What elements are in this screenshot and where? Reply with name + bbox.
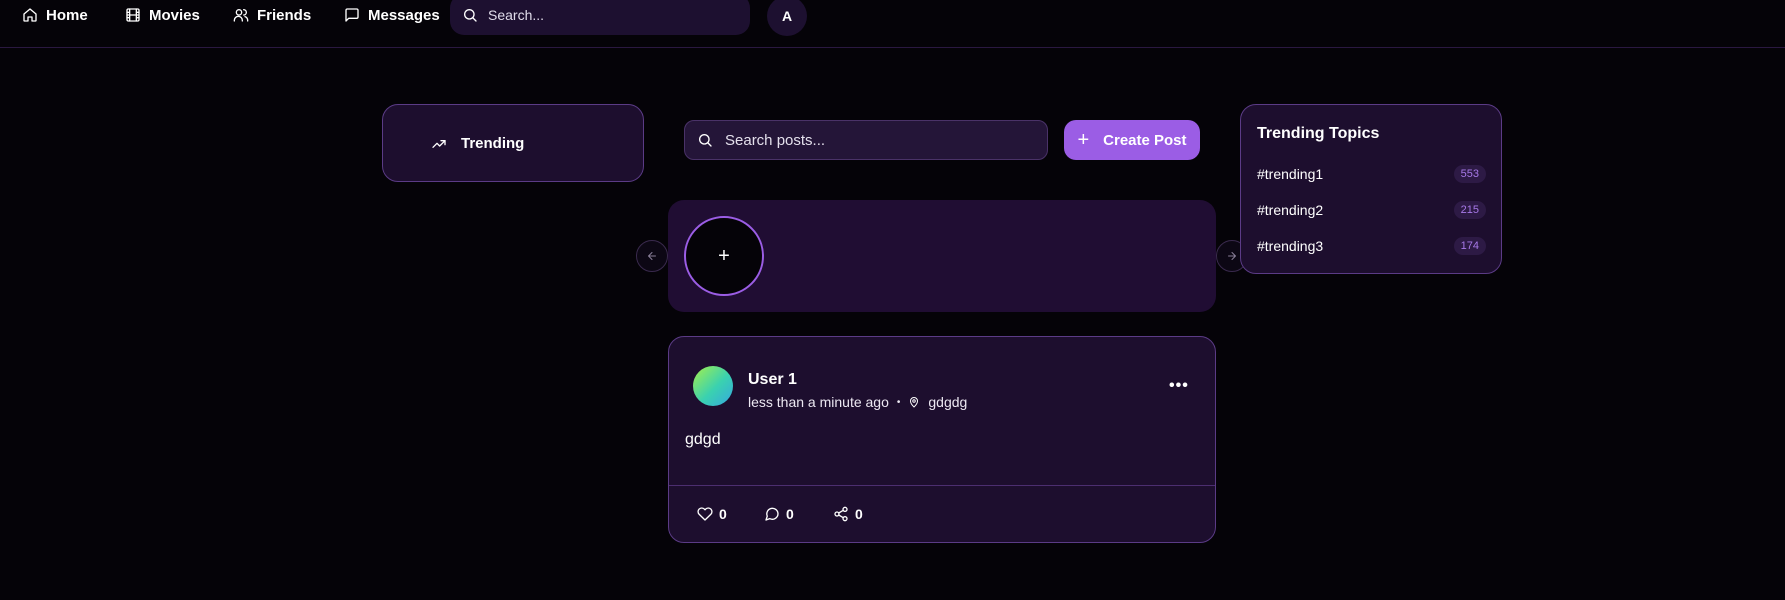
trending-up-icon: [432, 139, 446, 148]
create-post-label: Create Post: [1103, 131, 1187, 149]
top-navbar: Home Movies Friends Messages A: [0, 0, 1785, 48]
global-search: [450, 0, 750, 35]
nav-messages-label: Messages: [368, 6, 440, 24]
topic-tag: #trending3: [1257, 238, 1324, 254]
post-card: User 1 less than a minute ago • gdgdg ••…: [668, 336, 1216, 543]
share-icon: [834, 506, 848, 522]
global-search-input[interactable]: [488, 6, 718, 23]
post-author[interactable]: User 1: [748, 371, 797, 389]
topic-tag: #trending2: [1257, 202, 1324, 218]
nav-messages[interactable]: Messages: [344, 0, 440, 30]
trending-topic-row[interactable]: #trending3 174: [1257, 235, 1486, 257]
film-icon: [126, 8, 140, 22]
avatar[interactable]: [693, 366, 733, 406]
search-icon: [464, 8, 477, 22]
nav-movies-label: Movies: [149, 6, 200, 24]
arrow-right-icon: [1228, 252, 1236, 260]
share-count: 0: [855, 506, 863, 522]
like-count: 0: [719, 506, 727, 522]
sidebar-item-label: Trending: [461, 135, 525, 152]
left-sidebar: Trending: [382, 104, 644, 182]
post-search: [684, 120, 1048, 160]
home-icon: [23, 8, 37, 22]
user-avatar-button[interactable]: A: [767, 0, 807, 36]
like-button[interactable]: 0: [697, 506, 727, 522]
post-body: gdgd: [685, 431, 721, 448]
avatar-initial: A: [781, 8, 793, 24]
nav-home[interactable]: Home: [22, 0, 88, 30]
more-options-icon[interactable]: •••: [1169, 377, 1189, 395]
users-icon: [233, 9, 249, 22]
topic-count-badge: 553: [1453, 165, 1486, 183]
stories-prev-button[interactable]: [636, 240, 668, 272]
add-story-button[interactable]: +: [684, 216, 764, 296]
trending-topic-row[interactable]: #trending1 553: [1257, 163, 1486, 185]
nav-friends[interactable]: Friends: [233, 0, 311, 30]
comment-button[interactable]: 0: [764, 506, 794, 522]
plus-icon: +: [1077, 129, 1090, 151]
comment-icon: [765, 507, 779, 521]
nav-home-label: Home: [46, 6, 88, 24]
post-timestamp: less than a minute ago: [748, 394, 889, 410]
plus-icon: +: [718, 244, 730, 267]
topic-count-badge: 215: [1453, 201, 1486, 219]
stories-bar: +: [668, 200, 1216, 312]
post-search-input[interactable]: [725, 131, 1025, 149]
sidebar-item-trending[interactable]: Trending: [431, 135, 524, 152]
search-icon: [699, 134, 712, 147]
trending-topics-title: Trending Topics: [1257, 125, 1380, 142]
meta-separator: •: [896, 396, 901, 408]
comment-count: 0: [786, 506, 794, 522]
post-meta: less than a minute ago • gdgdg: [748, 394, 967, 410]
heart-icon: [697, 507, 713, 521]
trending-topics-panel: Trending Topics #trending1 553 #trending…: [1240, 104, 1502, 274]
topic-count-badge: 174: [1453, 237, 1486, 255]
post-location: gdgdg: [928, 394, 968, 410]
topic-tag: #trending1: [1257, 166, 1324, 182]
map-pin-icon: [910, 397, 919, 408]
nav-friends-label: Friends: [257, 6, 312, 24]
nav-movies[interactable]: Movies: [125, 0, 200, 30]
arrow-left-icon: [648, 252, 656, 260]
share-button[interactable]: 0: [833, 506, 863, 522]
create-post-button[interactable]: + Create Post: [1064, 120, 1200, 160]
message-icon: [345, 8, 359, 22]
divider: [669, 485, 1215, 486]
trending-topic-row[interactable]: #trending2 215: [1257, 199, 1486, 221]
